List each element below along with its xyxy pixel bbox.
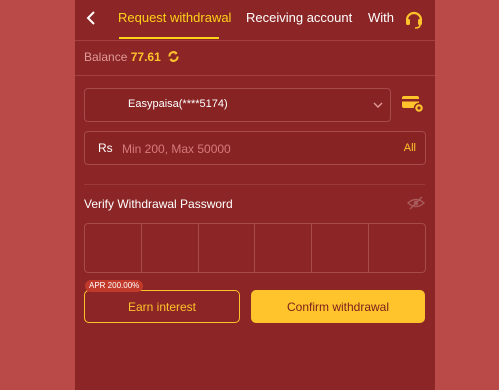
balance-row: Balance 77.61	[84, 50, 180, 64]
confirm-withdrawal-button[interactable]: Confirm withdrawal	[251, 290, 425, 323]
amount-placeholder: Min 200, Max 50000	[122, 142, 231, 156]
balance-label: Balance	[84, 50, 128, 64]
password-pin-input[interactable]	[84, 223, 426, 273]
pin-cell[interactable]	[255, 224, 313, 272]
tab-request-withdrawal[interactable]: Request withdrawal	[118, 10, 231, 25]
currency-label: Rs	[98, 141, 113, 155]
account-select[interactable]: Easypaisa(****5174)	[84, 88, 391, 122]
refresh-icon[interactable]	[167, 50, 180, 63]
bank-card-settings-icon[interactable]	[401, 93, 425, 115]
tab-receiving-account[interactable]: Receiving account	[246, 10, 352, 25]
pin-cell[interactable]	[312, 224, 370, 272]
eye-off-icon[interactable]	[406, 195, 426, 211]
tab-withdrawal-history[interactable]: With	[368, 10, 394, 25]
password-divider	[84, 184, 425, 185]
apr-badge: APR 200.00%	[85, 280, 144, 292]
amount-input[interactable]: Rs Min 200, Max 50000 All	[84, 131, 426, 165]
pin-cell[interactable]	[369, 224, 425, 272]
chevron-down-icon	[372, 98, 384, 110]
back-arrow-icon[interactable]	[84, 9, 98, 27]
balance-value: 77.61	[130, 50, 161, 64]
headset-icon[interactable]	[403, 8, 425, 30]
section-divider	[75, 75, 435, 76]
withdrawal-panel: Request withdrawal Receiving account Wit…	[75, 0, 435, 390]
pin-cell[interactable]	[142, 224, 199, 272]
earn-interest-button[interactable]: Earn interest	[84, 290, 240, 323]
active-tab-indicator	[119, 37, 219, 39]
pin-cell[interactable]	[199, 224, 256, 272]
withdraw-all-button[interactable]: All	[404, 142, 416, 154]
account-select-value: Easypaisa(****5174)	[128, 98, 228, 110]
pin-cell[interactable]	[85, 224, 142, 272]
header-bar: Request withdrawal Receiving account Wit…	[75, 0, 435, 41]
password-label: Verify Withdrawal Password	[84, 197, 233, 211]
